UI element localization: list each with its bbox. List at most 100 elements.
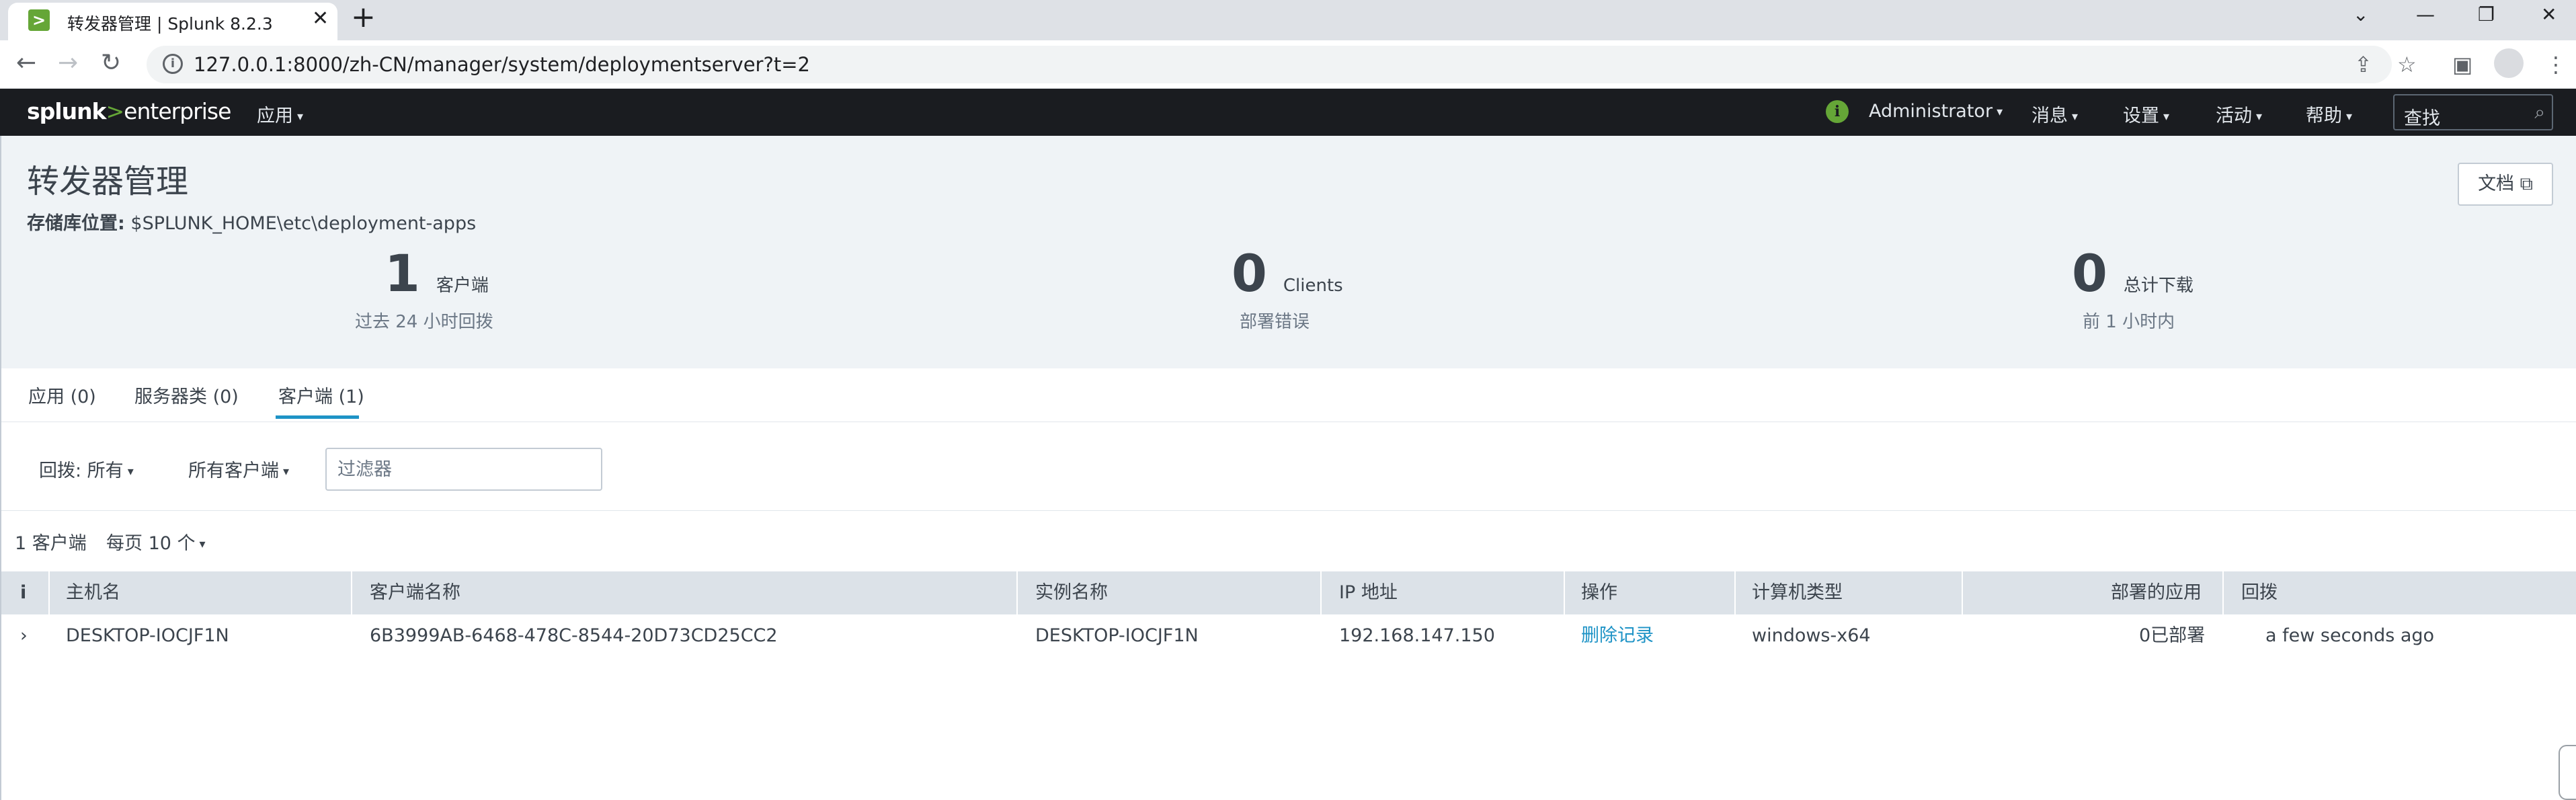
- site-info-icon[interactable]: i: [163, 54, 183, 74]
- help-menu-label: 帮助: [2306, 106, 2342, 126]
- new-tab-button[interactable]: +: [351, 0, 376, 35]
- chevron-down-icon: ▾: [2256, 110, 2263, 124]
- splunk-search-input[interactable]: 查找 ⌕: [2393, 94, 2553, 130]
- settings-menu[interactable]: 设置 ▾: [2123, 101, 2169, 127]
- bookmark-star-icon[interactable]: ☆: [2397, 51, 2417, 78]
- table-row: › DESKTOP-IOCJF1N 6B3999AB-6468-478C-854…: [0, 614, 2576, 657]
- column-divider: [1320, 571, 1322, 614]
- info-status-icon[interactable]: i: [1826, 100, 1849, 123]
- stat-total-downloads: 0 总计下载: [2072, 243, 2193, 303]
- cell-ip: 192.168.147.150: [1339, 625, 1495, 646]
- tab-apps[interactable]: 应用 (0): [28, 382, 96, 408]
- apps-menu-label: 应用: [257, 106, 293, 126]
- repository-label: 存储库位置:: [27, 213, 125, 234]
- stat-deployment-errors: 0 Clients: [1232, 243, 1343, 303]
- active-tab-indicator: [276, 415, 359, 419]
- browser-menu-icon[interactable]: ⋮: [2545, 51, 2567, 78]
- user-menu-label: Administrator: [1869, 101, 1993, 122]
- browser-tab-title: 转发器管理 | Splunk 8.2.3: [67, 14, 273, 34]
- clients-table-header: i 主机名 客户端名称 实例名称 IP 地址 操作 计算机类型 部署的应用 回拨: [0, 571, 2576, 614]
- page-title: 转发器管理: [27, 163, 189, 200]
- help-menu[interactable]: 帮助 ▾: [2306, 101, 2352, 127]
- all-clients-dropdown[interactable]: 所有客户端 ▾: [188, 456, 289, 482]
- column-divider: [2222, 571, 2224, 614]
- expand-row-chevron-icon[interactable]: ›: [20, 614, 28, 657]
- reload-icon[interactable]: ↻: [101, 48, 121, 78]
- column-header-hostname[interactable]: 主机名: [66, 571, 120, 614]
- column-header-ip[interactable]: IP 地址: [1339, 571, 1398, 614]
- cell-hostname: DESKTOP-IOCJF1N: [66, 625, 229, 646]
- section-tabs: 应用 (0) 服务器类 (0) 客户端 (1): [0, 368, 2576, 422]
- back-arrow-icon[interactable]: ←: [16, 48, 36, 78]
- column-header-machine-type[interactable]: 计算机类型: [1752, 571, 1843, 614]
- column-header-phone-home[interactable]: 回拨: [2241, 571, 2278, 614]
- phone-home-dropdown[interactable]: 回拨: 所有 ▾: [39, 456, 134, 482]
- splunk-favicon-icon: >: [28, 9, 50, 31]
- stat-subtitle: 部署错误: [1240, 312, 1310, 332]
- phone-home-label: 回拨: 所有: [39, 461, 124, 481]
- apps-menu[interactable]: 应用 ▾: [257, 101, 303, 127]
- search-placeholder: 查找: [2404, 108, 2440, 129]
- messages-menu[interactable]: 消息 ▾: [2031, 101, 2078, 127]
- stat-number: 0: [2072, 243, 2107, 303]
- activity-menu-label: 活动: [2216, 106, 2252, 126]
- forward-arrow-icon[interactable]: →: [58, 48, 78, 78]
- column-header-actions: 操作: [1581, 582, 1617, 603]
- per-page-label: 每页 10 个: [106, 533, 196, 554]
- stat-subtitle: 过去 24 小时回拨: [355, 312, 493, 332]
- tab-clients[interactable]: 客户端 (1): [278, 382, 364, 408]
- documentation-button[interactable]: 文档 ⧉: [2458, 163, 2553, 206]
- stat-clients: 1 客户端: [385, 243, 489, 303]
- column-header-instance-name[interactable]: 实例名称: [1035, 571, 1108, 614]
- share-icon[interactable]: ⇪: [2354, 51, 2372, 78]
- tab-server-classes[interactable]: 服务器类 (0): [134, 382, 239, 408]
- address-url[interactable]: 127.0.0.1:8000/zh-CN/manager/system/depl…: [194, 53, 810, 76]
- column-info-icon: i: [20, 582, 27, 603]
- logo-gt-text: >: [106, 98, 125, 124]
- tab-search-dropdown-icon[interactable]: ⌄: [2353, 0, 2368, 30]
- cell-phone-home: a few seconds ago: [2265, 625, 2435, 646]
- profile-avatar-icon[interactable]: [2494, 48, 2524, 78]
- stat-label: 总计下载: [2123, 276, 2193, 296]
- column-divider: [1734, 571, 1736, 614]
- column-divider: [1016, 571, 1018, 614]
- chevron-down-icon: ▾: [2072, 110, 2079, 124]
- chevron-down-icon: ▾: [1997, 105, 2003, 119]
- scrollbar-handle[interactable]: [2559, 745, 2576, 800]
- cell-deployed-apps: 0已部署: [2139, 625, 2206, 646]
- settings-menu-label: 设置: [2123, 106, 2159, 126]
- activity-menu[interactable]: 活动 ▾: [2216, 101, 2262, 127]
- client-count: 1 客户端: [15, 533, 87, 554]
- search-icon[interactable]: ⌕: [2534, 101, 2545, 124]
- column-divider: [1962, 571, 1963, 614]
- per-page-dropdown[interactable]: 每页 10 个 ▾: [106, 528, 206, 555]
- window-close-button[interactable]: ✕: [2541, 0, 2557, 30]
- chevron-down-icon: ▾: [127, 465, 134, 479]
- tab-close-icon[interactable]: ✕: [312, 7, 329, 30]
- cell-instance-name: DESKTOP-IOCJF1N: [1035, 625, 1199, 646]
- stat-number: 1: [385, 243, 420, 303]
- user-menu[interactable]: Administrator ▾: [1869, 101, 2003, 122]
- logo-enterprise-text: enterprise: [124, 98, 231, 124]
- column-divider: [351, 571, 352, 614]
- column-header-client-name[interactable]: 客户端名称: [370, 571, 460, 614]
- minimize-button[interactable]: —: [2416, 0, 2435, 30]
- splunk-logo[interactable]: splunk>enterprise: [27, 98, 231, 124]
- browser-tabstrip: > 转发器管理 | Splunk 8.2.3 ✕ + ⌄ — ❐ ✕: [0, 0, 2576, 40]
- chevron-down-icon: ▾: [2346, 110, 2353, 124]
- stat-subtitle: 前 1 小时内: [2083, 312, 2175, 332]
- chevron-down-icon: ▾: [2163, 110, 2170, 124]
- restore-button[interactable]: ❐: [2478, 0, 2495, 30]
- logo-splunk-text: splunk: [27, 98, 107, 124]
- filter-input[interactable]: [325, 448, 602, 491]
- stat-number: 0: [1232, 243, 1267, 303]
- address-bar[interactable]: i 127.0.0.1:8000/zh-CN/manager/system/de…: [147, 46, 2392, 83]
- filter-bar: 回拨: 所有 ▾ 所有客户端 ▾: [0, 422, 2576, 511]
- browser-tab[interactable]: > 转发器管理 | Splunk 8.2.3 ✕: [8, 3, 337, 40]
- delete-record-link[interactable]: 删除记录: [1581, 614, 1654, 657]
- messages-menu-label: 消息: [2031, 106, 2068, 126]
- stat-label: 客户端: [436, 276, 489, 296]
- side-panel-icon[interactable]: ▣: [2452, 51, 2472, 78]
- chevron-down-icon: ▾: [297, 110, 304, 124]
- column-header-deployed-apps[interactable]: 部署的应用: [2111, 571, 2202, 614]
